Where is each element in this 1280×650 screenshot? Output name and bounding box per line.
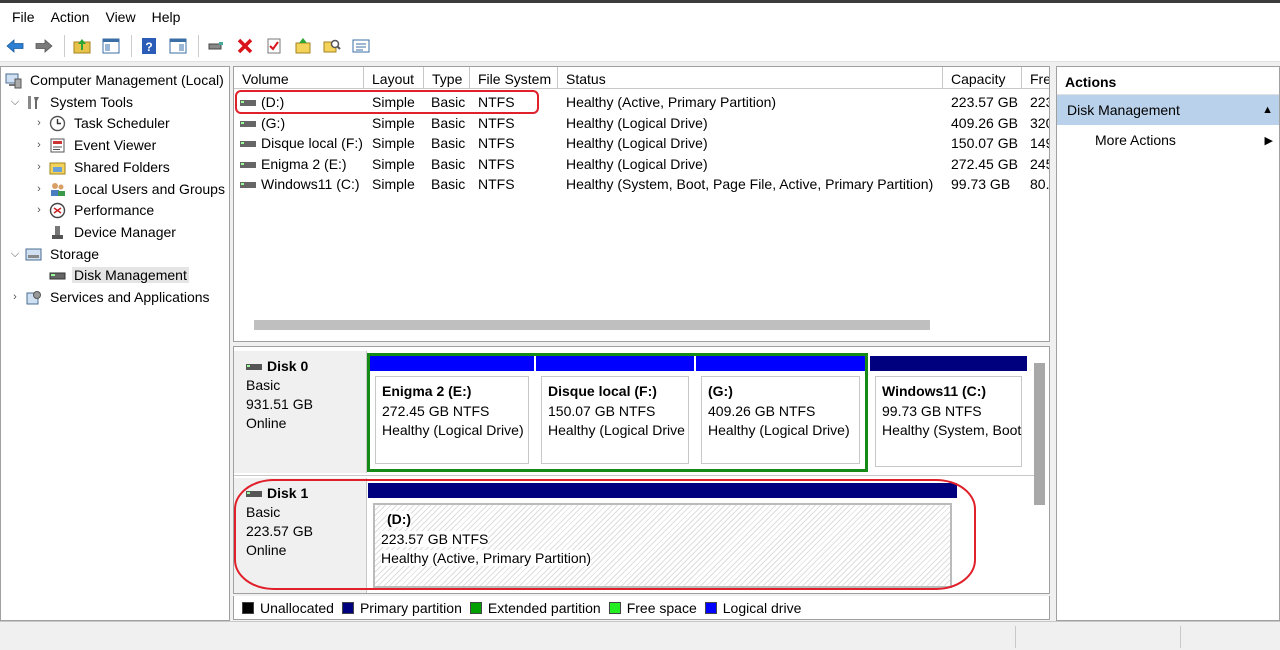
tree-item-shared-folders[interactable]: › Shared Folders — [33, 157, 172, 177]
volume-icon — [240, 182, 256, 189]
collapse-triangle-icon[interactable]: ▲ — [1262, 104, 1273, 116]
delete-icon[interactable] — [234, 35, 256, 57]
table-row[interactable]: Enigma 2 (E:) Simple Basic NTFS Healthy … — [234, 155, 1049, 175]
list-icon[interactable] — [350, 35, 372, 57]
volume-icon — [240, 100, 256, 107]
partition-d[interactable]: (D:) 223.57 GB NTFS Healthy (Active, Pri… — [368, 483, 957, 593]
menu-file[interactable]: File — [4, 9, 43, 25]
partition-enigma2[interactable]: Enigma 2 (E:) 272.45 GB NTFS Healthy (Logi… — [370, 356, 534, 469]
legend-item-primary: Primary partition — [341, 600, 462, 616]
chevron-right-icon[interactable]: › — [33, 117, 45, 129]
legend: Unallocated Primary partition Extended p… — [233, 596, 1050, 620]
services-icon — [25, 289, 42, 306]
tools-icon — [25, 94, 42, 111]
column-header-volume[interactable]: Volume — [234, 67, 364, 89]
volume-icon — [240, 121, 256, 128]
tree-item-event-viewer[interactable]: › Event Viewer — [33, 135, 158, 155]
svg-text:?: ? — [145, 40, 152, 54]
tree-item-local-users[interactable]: › Local Users and Groups — [33, 179, 227, 199]
folder-up-icon[interactable] — [292, 35, 314, 57]
partition-g[interactable]: (G:) 409.26 GB NTFS Healthy (Logical Drive… — [696, 356, 865, 469]
clock-icon — [49, 115, 66, 132]
volume-icon — [240, 141, 256, 148]
actions-header: Actions — [1057, 67, 1279, 95]
more-actions[interactable]: More Actions ▶ — [1057, 125, 1279, 155]
shared-folder-icon — [49, 159, 66, 176]
tree-item-disk-management[interactable]: Disk Management — [49, 265, 189, 285]
chevron-right-icon[interactable]: › — [33, 161, 45, 173]
tree-item-performance[interactable]: › Performance — [33, 200, 156, 220]
menu-bar: File Action View Help — [0, 3, 1280, 30]
column-header-type[interactable]: Type — [424, 67, 470, 89]
table-row[interactable]: (G:) Simple Basic NTFS Healthy (Logical … — [234, 114, 1049, 134]
table-row[interactable]: Disque local (F:) Simple Basic NTFS Heal… — [234, 134, 1049, 154]
tree-item-device-manager[interactable]: Device Manager — [49, 222, 178, 242]
console-tree: Computer Management (Local) ⌵ System Too… — [0, 66, 230, 621]
status-bar — [0, 621, 1280, 650]
legend-item-free-space: Free space — [608, 600, 697, 616]
chevron-down-icon[interactable]: ⌵ — [9, 248, 21, 261]
properties-view-icon[interactable] — [167, 35, 189, 57]
column-header-status[interactable]: Status — [558, 67, 943, 89]
toolbar: ? — [0, 30, 1280, 62]
menu-view[interactable]: View — [97, 9, 143, 25]
column-header-layout[interactable]: Layout — [364, 67, 424, 89]
forward-arrow-icon[interactable] — [33, 35, 55, 57]
disk-icon — [246, 364, 262, 371]
legend-item-logical: Logical drive — [704, 600, 801, 616]
event-viewer-icon — [49, 137, 66, 154]
tree-root[interactable]: Computer Management (Local) — [5, 70, 226, 90]
partition-disque-local[interactable]: Disque local (F:) 150.07 GB NTFS Healthy (… — [536, 356, 694, 469]
chevron-right-icon[interactable]: › — [9, 291, 21, 303]
column-header-free[interactable]: Fre — [1022, 67, 1049, 89]
disk-icon — [246, 491, 262, 498]
legend-item-extended: Extended partition — [469, 600, 601, 616]
tree-item-task-scheduler[interactable]: › Task Scheduler — [33, 113, 172, 133]
table-row[interactable]: Windows11 (C:) Simple Basic NTFS Healthy… — [234, 175, 1049, 195]
computer-management-icon — [5, 72, 22, 89]
disk-0-label[interactable]: Disk 0 Basic 931.51 GB Online — [234, 351, 367, 473]
device-manager-icon — [49, 224, 66, 241]
connect-icon[interactable] — [205, 35, 227, 57]
volume-icon — [240, 162, 256, 169]
help-icon[interactable]: ? — [138, 35, 160, 57]
tree-item-storage[interactable]: ⌵ Storage — [9, 244, 101, 264]
legend-item-unallocated: Unallocated — [242, 600, 334, 616]
users-icon — [49, 181, 66, 198]
disk-icon — [49, 267, 66, 284]
volume-list: Volume Layout Type File System Status Ca… — [233, 66, 1050, 342]
show-tree-icon[interactable] — [100, 35, 122, 57]
vertical-scrollbar[interactable] — [1034, 363, 1045, 505]
chevron-right-icon[interactable]: › — [33, 183, 45, 195]
check-icon[interactable] — [263, 35, 285, 57]
menu-help[interactable]: Help — [144, 9, 189, 25]
column-header-file-system[interactable]: File System — [470, 67, 558, 89]
menu-action[interactable]: Action — [43, 9, 98, 25]
up-folder-icon[interactable] — [71, 35, 93, 57]
chevron-down-icon[interactable]: ⌵ — [9, 96, 21, 109]
tree-item-services[interactable]: › Services and Applications — [9, 287, 212, 307]
storage-icon — [25, 246, 42, 263]
back-arrow-icon[interactable] — [4, 35, 26, 57]
disk-graphical-view: Disk 0 Basic 931.51 GB Online Enigma 2 (… — [233, 346, 1050, 594]
table-row[interactable]: (D:) Simple Basic NTFS Healthy (Active, … — [234, 93, 1049, 113]
search-folder-icon[interactable] — [321, 35, 343, 57]
submenu-triangle-icon: ▶ — [1264, 134, 1273, 147]
disk-1-label[interactable]: Disk 1 Basic 223.57 GB Online — [234, 478, 367, 593]
actions-section-disk-management[interactable]: Disk Management ▲ — [1057, 95, 1279, 125]
horizontal-scrollbar[interactable] — [254, 320, 930, 330]
chevron-right-icon[interactable]: › — [33, 139, 45, 151]
actions-pane: Actions Disk Management ▲ More Actions ▶ — [1056, 66, 1280, 621]
column-header-capacity[interactable]: Capacity — [943, 67, 1022, 89]
tree-item-system-tools[interactable]: ⌵ System Tools — [9, 92, 135, 112]
performance-icon — [49, 202, 66, 219]
partition-windows11[interactable]: Windows11 (C:) 99.73 GB NTFS Healthy (Syst… — [870, 356, 1027, 472]
chevron-right-icon[interactable]: › — [33, 204, 45, 216]
